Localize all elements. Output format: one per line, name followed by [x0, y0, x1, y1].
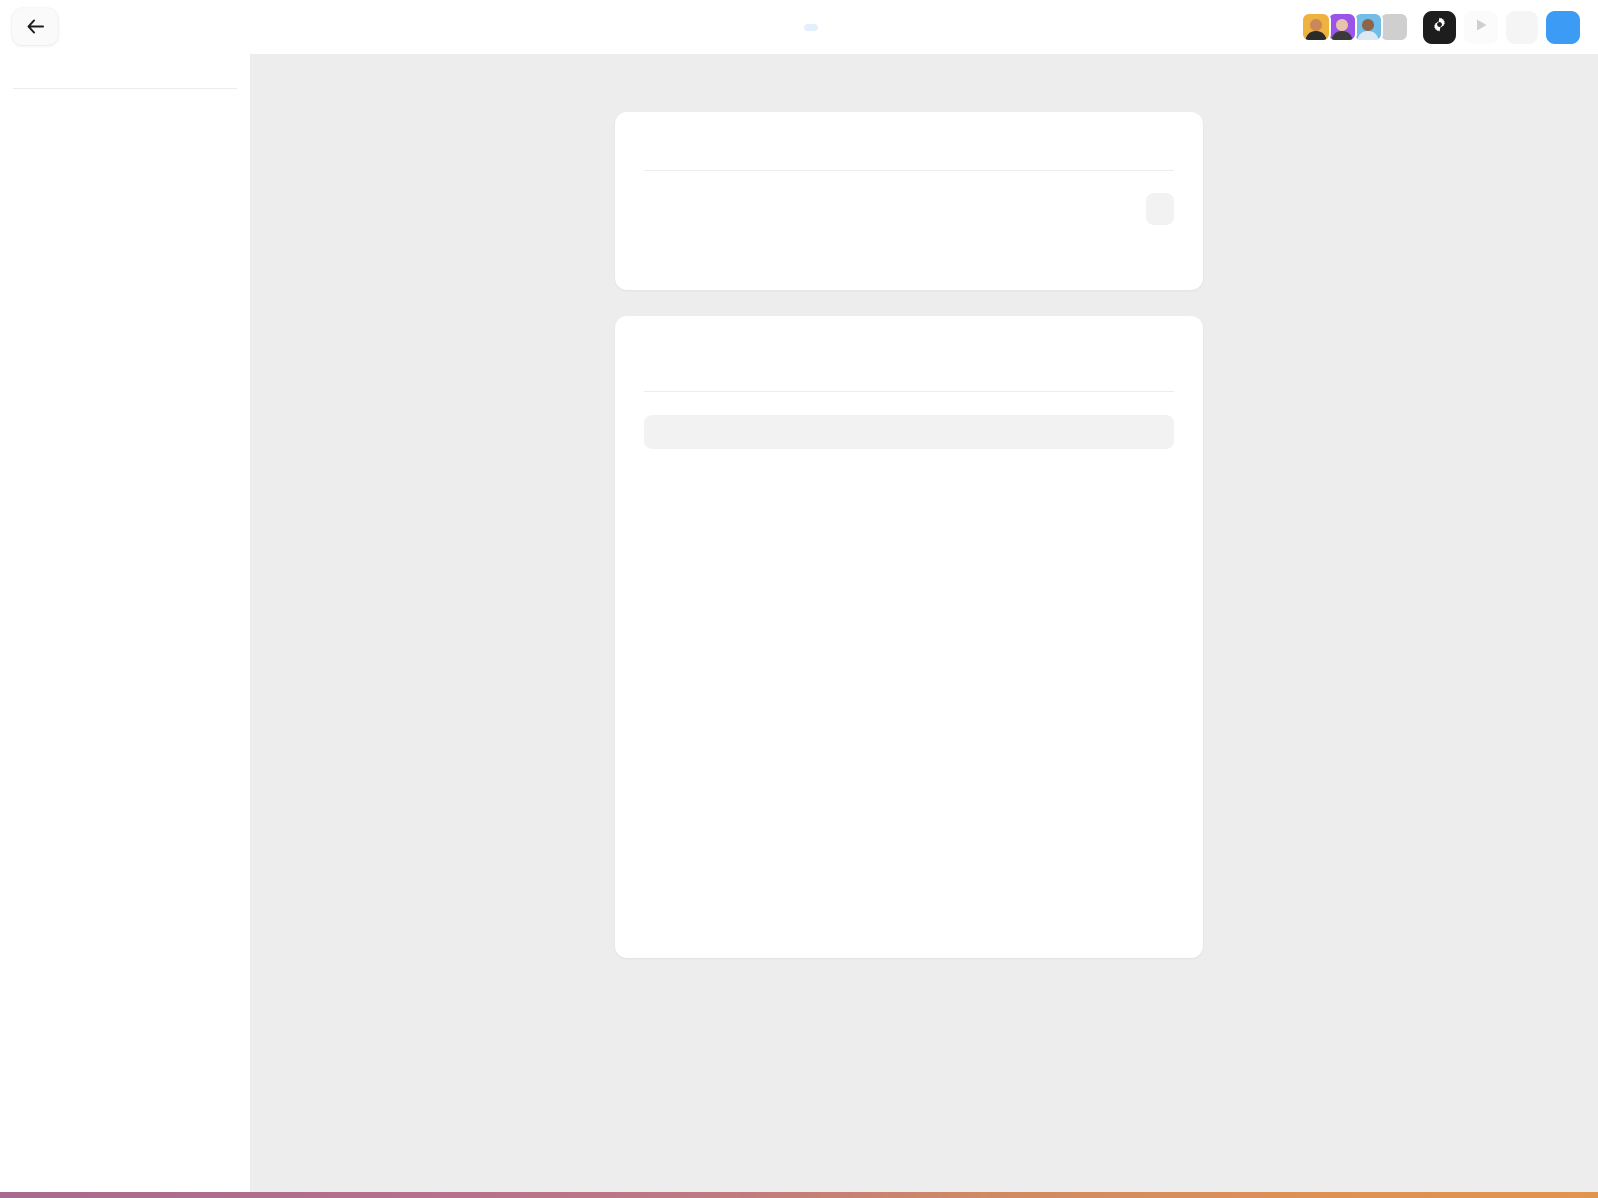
versions-table-header [644, 377, 1174, 392]
avatar[interactable] [1353, 12, 1383, 42]
app-root [0, 0, 1598, 1198]
play-icon [1475, 18, 1488, 37]
arrow-left-icon [27, 19, 44, 34]
top-bar-actions [1301, 0, 1580, 54]
settings-card [615, 112, 1203, 290]
settings-card-row [615, 171, 1203, 225]
preview-button[interactable] [1464, 10, 1498, 44]
invite-button[interactable] [1506, 10, 1538, 44]
settings-card-title [615, 112, 1203, 144]
back-button[interactable] [12, 8, 58, 45]
versions-card [615, 316, 1203, 958]
avatar-overflow-count[interactable] [1379, 12, 1409, 42]
publish-button[interactable] [1546, 10, 1580, 44]
bottom-gradient-bar [0, 1192, 1598, 1198]
main-canvas [251, 54, 1598, 1198]
avatar-group [1301, 12, 1409, 42]
load-more-button[interactable] [644, 415, 1174, 449]
versions-card-title [615, 316, 1203, 348]
avatar[interactable] [1301, 12, 1331, 42]
sidebar [0, 54, 251, 1198]
plan-badge[interactable] [804, 23, 818, 31]
page-settings-heading [0, 89, 250, 107]
settings-button[interactable] [1423, 10, 1456, 44]
site-settings-heading [0, 54, 250, 72]
avatar[interactable] [1327, 12, 1357, 42]
top-bar [0, 0, 1598, 54]
gear-icon [1432, 17, 1447, 37]
versions-table [615, 377, 1203, 392]
connect-domain-button[interactable] [1146, 193, 1174, 225]
